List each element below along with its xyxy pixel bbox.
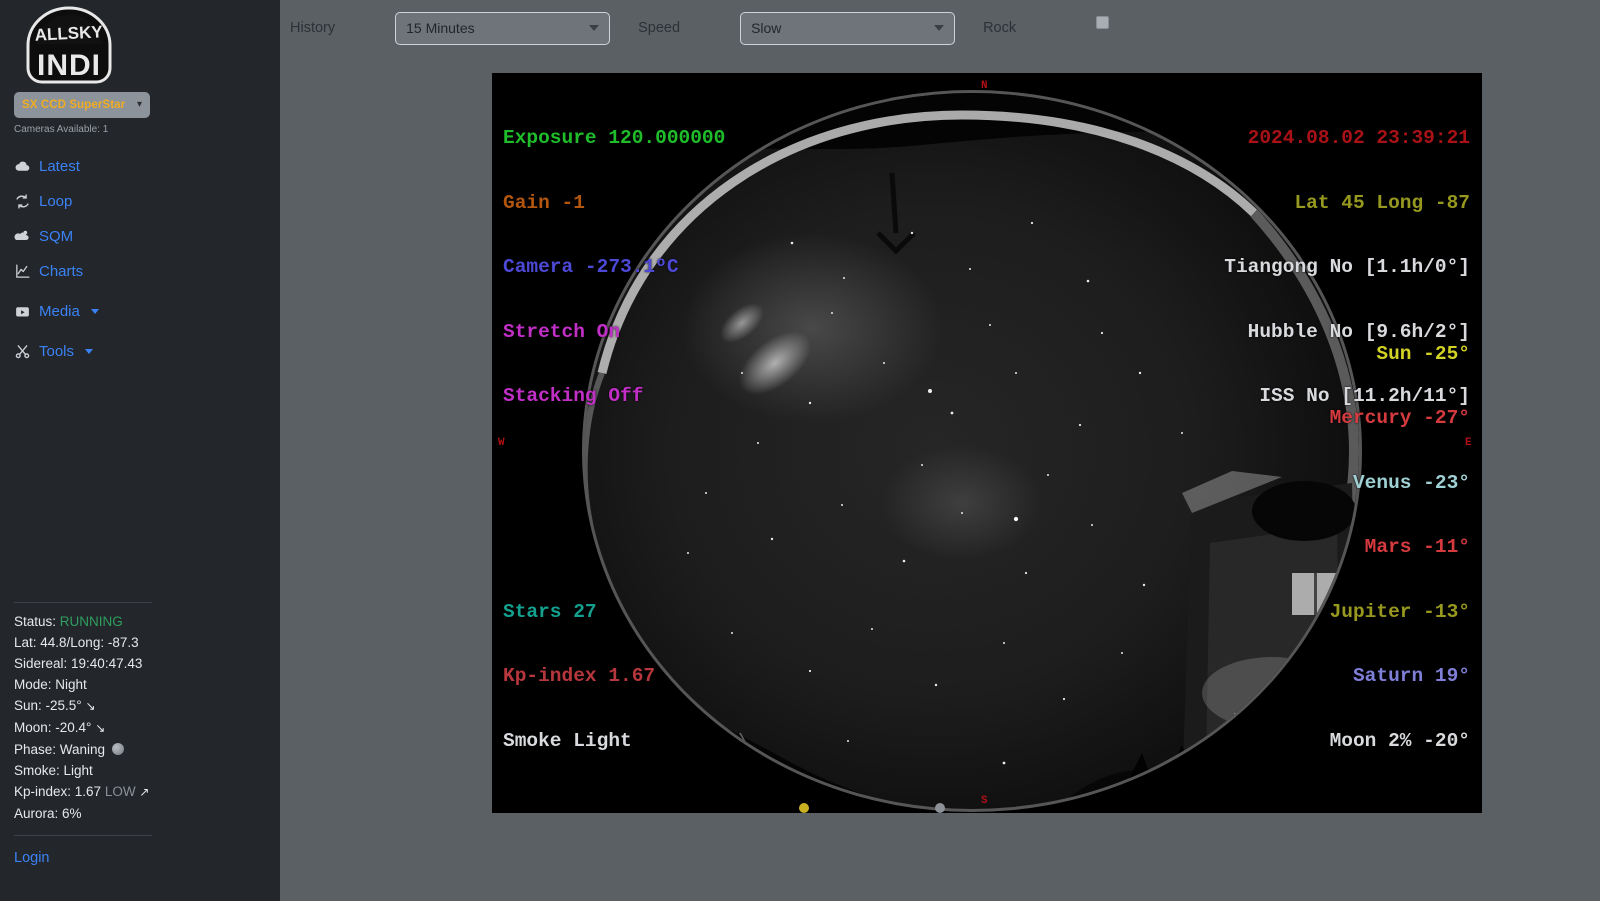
moon-phase-icon [111, 743, 124, 755]
toolbar: History 15 Minutes Speed Slow Rock [280, 0, 1600, 56]
loop-icon [14, 193, 31, 210]
sidebar-item-latest[interactable]: Latest [14, 149, 266, 184]
status-moon-value: Moon: -20.4° [14, 720, 92, 735]
status-row-aurora: Aurora: 6% [14, 806, 82, 821]
status-label: Status: [14, 614, 57, 629]
cardinal-west: W [498, 437, 505, 449]
cardinal-east: E [1465, 437, 1472, 449]
chart-icon [14, 263, 31, 280]
arrow-down-right-icon: ↘ [85, 699, 96, 713]
camera-select-label: SX CCD SuperStar [22, 99, 126, 111]
sidebar-divider-bottom [14, 835, 152, 836]
overlay-bottom-right: Sun -25° Mercury -27° Venus -23° Mars -1… [1330, 301, 1470, 796]
chevron-down-icon [934, 25, 945, 31]
status-row-latlong: Lat: 44.8/Long: -87.3 [14, 635, 139, 650]
overlay-timestamp: 2024.08.02 23:39:21 [1247, 127, 1470, 149]
cardinal-north: N [981, 80, 988, 92]
sun-marker-dot [799, 803, 809, 813]
camera-select[interactable]: SX CCD SuperStar ▾ [14, 92, 150, 118]
status-row-phase: Phase: Waning [14, 739, 149, 760]
arrow-down-right-icon: ↘ [95, 721, 106, 735]
moon-marker-dot [935, 803, 945, 813]
allsky-image[interactable]: Exposure 120.000000 Gain -1 Camera -273.… [492, 73, 1482, 813]
overlay-stretch: Stretch On [503, 320, 621, 343]
status-row-kp: Kp-index: 1.67 LOW ↗ [14, 781, 149, 803]
status-sun-value: Sun: -25.5° [14, 698, 82, 713]
sidebar-item-label: Loop [39, 193, 73, 210]
app-root: ALLSKY INDI SX CCD SuperStar ▾ Cameras A… [0, 0, 1600, 901]
login-link[interactable]: Login [14, 850, 49, 866]
chevron-down-icon: ▾ [136, 99, 142, 110]
arrow-up-right-icon: ↗ [139, 785, 150, 799]
history-label: History [290, 20, 336, 36]
speed-label: Speed [638, 20, 681, 36]
history-select[interactable]: 15 Minutes [395, 11, 611, 45]
overlay-smoke: Smoke Light [503, 729, 632, 752]
status-row-moon: Moon: -20.4° ↘ [14, 717, 149, 739]
svg-text:INDI: INDI [37, 49, 101, 82]
overlay-jupiter: Jupiter -13° [1329, 600, 1470, 623]
overlay-mercury: Mercury -27° [1329, 407, 1470, 429]
svg-text:ALLSKY: ALLSKY [34, 22, 104, 45]
sidebar-item-label: Latest [39, 158, 80, 175]
overlay-kp: Kp-index 1.67 [503, 665, 656, 687]
sidebar-item-tools[interactable]: Tools [14, 334, 266, 369]
overlay-tiangong: Tiangong No [1.1h/0°] [1224, 256, 1470, 278]
status-phase-value: Phase: Waning [14, 742, 106, 757]
rock-checkbox[interactable] [1096, 16, 1110, 29]
chevron-down-icon [90, 309, 99, 314]
video-icon [14, 303, 31, 320]
sidebar-item-charts[interactable]: Charts [14, 254, 266, 289]
cloud-icon [14, 158, 31, 175]
main-content: History 15 Minutes Speed Slow Rock Expos… [280, 0, 1600, 901]
status-row-sidereal: Sidereal: 19:40:47.43 [14, 656, 143, 671]
history-select-value: 15 Minutes [406, 20, 475, 36]
sidebar: ALLSKY INDI SX CCD SuperStar ▾ Cameras A… [0, 0, 280, 901]
overlay-venus: Venus -23° [1352, 471, 1470, 494]
speed-select[interactable]: Slow [740, 11, 956, 45]
sidebar-item-media[interactable]: Media [14, 294, 266, 329]
chevron-down-icon [85, 349, 94, 354]
status-row-sun: Sun: -25.5° ↘ [14, 695, 149, 717]
overlay-saturn: Saturn 19° [1352, 665, 1470, 687]
sqm-icon [14, 228, 31, 245]
status-row-status: Status: RUNNING [14, 611, 149, 632]
status-kp-level: LOW [104, 784, 136, 799]
status-kp-value: Kp-index: 1.67 [14, 784, 102, 799]
speed-select-value: Slow [751, 20, 782, 36]
status-row-mode: Mode: Night [14, 677, 87, 692]
cardinal-south: S [981, 795, 988, 807]
cameras-available-text: Cameras Available: 1 [14, 124, 109, 135]
sidebar-item-label: Media [39, 303, 80, 320]
sidebar-item-label: SQM [39, 228, 74, 245]
scissors-icon [14, 343, 31, 360]
overlay-mars: Mars -11° [1364, 536, 1470, 558]
status-row-smoke: Smoke: Light [14, 763, 93, 778]
chevron-down-icon [589, 25, 600, 31]
overlay-moon: Moon 2% -20° [1329, 729, 1470, 752]
overlay-bottom-left: Stars 27 Kp-index 1.67 Smoke Light [503, 559, 655, 796]
overlay-gain: Gain -1 [503, 191, 585, 214]
sidebar-nav: Latest Loop SQM Charts Media Tools [14, 149, 266, 369]
rock-label: Rock [983, 20, 1017, 36]
allsky-indi-logo: ALLSKY INDI [14, 0, 124, 84]
overlay-exposure: Exposure 120.000000 [503, 127, 726, 149]
sidebar-divider-top [14, 602, 152, 603]
overlay-sun: Sun -25° [1376, 342, 1470, 365]
overlay-stacking: Stacking Off [503, 385, 644, 407]
sidebar-item-label: Charts [39, 263, 84, 280]
overlay-camera: Camera -273.1ºC [503, 256, 679, 278]
sidebar-item-label: Tools [39, 343, 75, 360]
status-badge: RUNNING [59, 614, 123, 629]
sidebar-item-loop[interactable]: Loop [14, 184, 266, 219]
overlay-stars: Stars 27 [503, 600, 597, 623]
status-panel: Status: RUNNING Lat: 44.8/Long: -87.3 Si… [14, 611, 149, 824]
overlay-location: Lat 45 Long -87 [1294, 191, 1470, 214]
overlay-top-left: Exposure 120.000000 Gain -1 Camera -273.… [503, 85, 725, 451]
sidebar-item-sqm[interactable]: SQM [14, 219, 266, 254]
